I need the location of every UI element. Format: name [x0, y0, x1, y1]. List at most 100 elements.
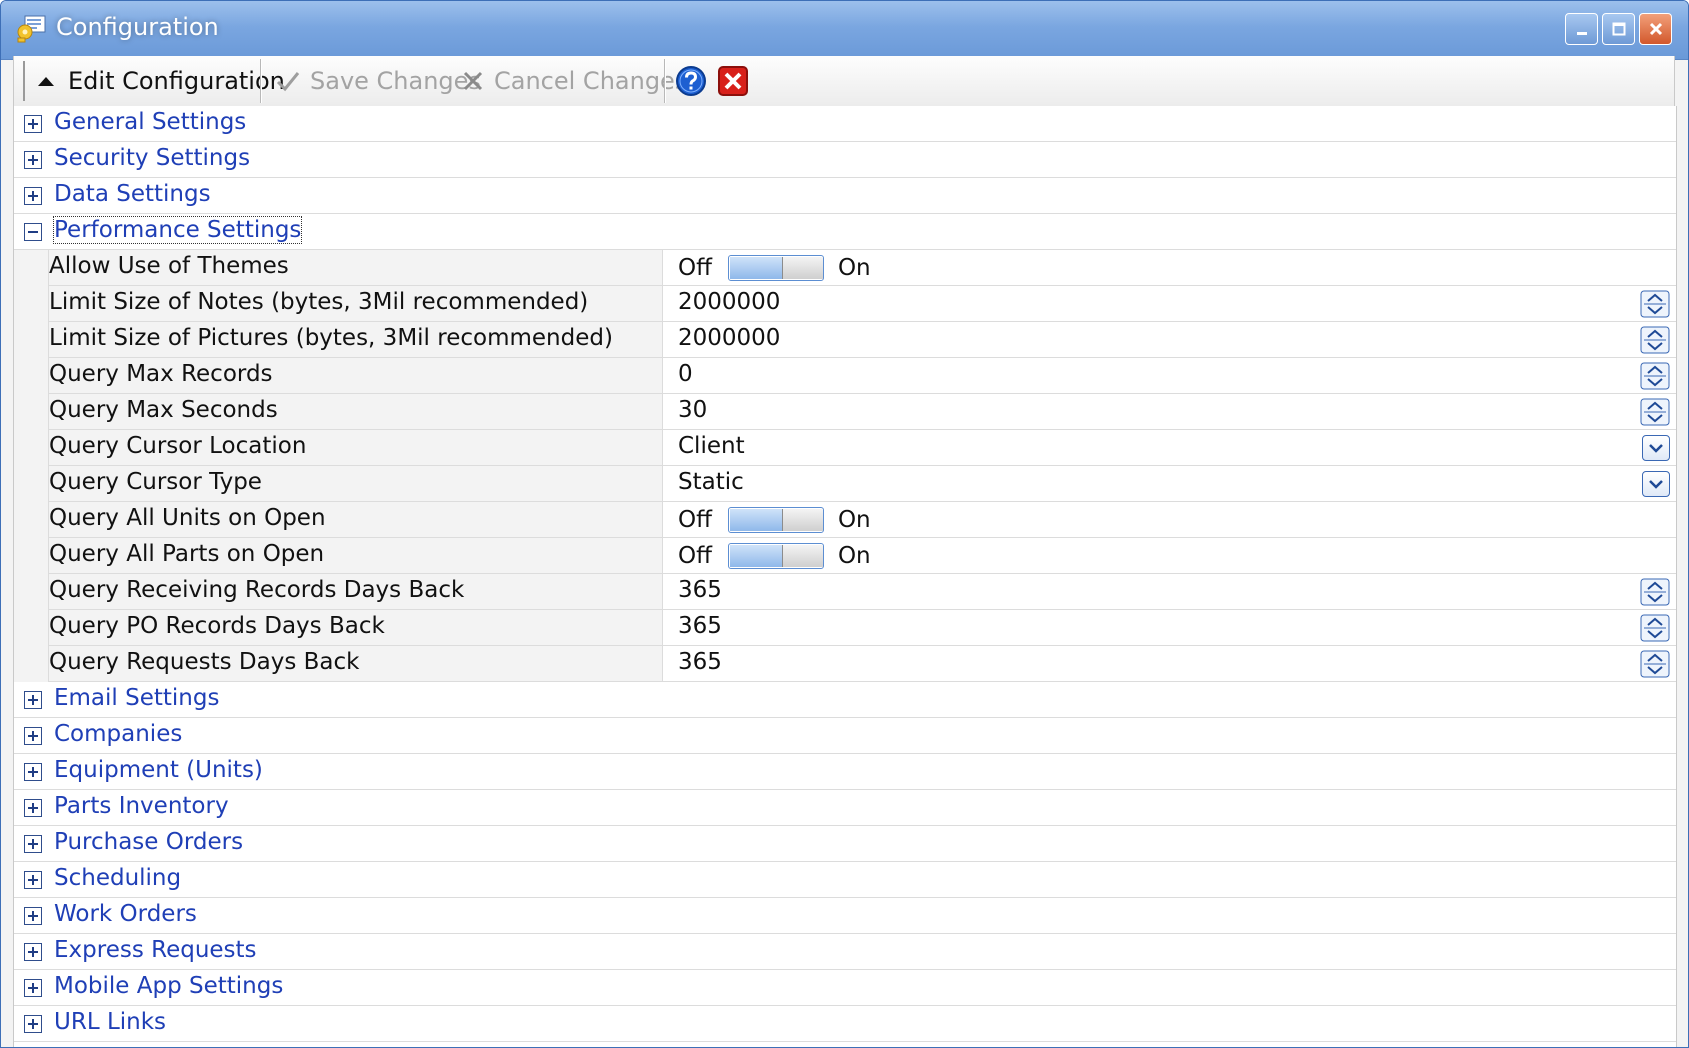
- property-row[interactable]: Limit Size of Notes (bytes, 3Mil recomme…: [14, 286, 1676, 322]
- edit-configuration-button[interactable]: Edit Configuration: [36, 56, 285, 106]
- spin-editor-icon[interactable]: [1640, 362, 1670, 390]
- spin-editor-icon[interactable]: [1640, 290, 1670, 318]
- spin-editor-icon[interactable]: [1640, 614, 1670, 642]
- spin-editor-icon[interactable]: [1640, 398, 1670, 426]
- property-row[interactable]: Query Cursor Type Static: [14, 466, 1676, 502]
- expand-plus-icon[interactable]: [24, 115, 42, 133]
- property-value[interactable]: Client: [678, 433, 745, 459]
- expand-plus-icon[interactable]: [24, 943, 42, 961]
- spin-editor-icon[interactable]: [1640, 326, 1670, 354]
- property-row[interactable]: Query Cursor Location Client: [14, 430, 1676, 466]
- property-name: Query Max Records: [49, 361, 273, 387]
- expand-plus-icon[interactable]: [24, 835, 42, 853]
- category-row[interactable]: Parts Inventory: [14, 790, 1676, 826]
- expand-plus-icon[interactable]: [24, 1015, 42, 1033]
- category-label: Data Settings: [54, 181, 211, 207]
- collapse-minus-icon[interactable]: [24, 223, 42, 241]
- toggle-track[interactable]: [727, 543, 824, 569]
- maximize-button[interactable]: [1602, 13, 1635, 45]
- toggle-on-label: On: [837, 255, 871, 281]
- expand-plus-icon[interactable]: [24, 799, 42, 817]
- help-button[interactable]: [675, 56, 707, 106]
- property-name: Allow Use of Themes: [49, 253, 289, 279]
- property-name: Limit Size of Pictures (bytes, 3Mil reco…: [49, 325, 613, 351]
- expand-plus-icon[interactable]: [24, 691, 42, 709]
- window-controls: [1565, 13, 1672, 45]
- window-title: Configuration: [56, 13, 219, 41]
- property-value[interactable]: 2000000: [678, 289, 780, 315]
- property-value[interactable]: 365: [678, 649, 722, 675]
- category-row[interactable]: Email Settings: [14, 682, 1676, 718]
- category-row[interactable]: Express Requests: [14, 934, 1676, 970]
- red-close-icon: [718, 66, 748, 96]
- category-row[interactable]: Work Orders: [14, 898, 1676, 934]
- expand-plus-icon[interactable]: [24, 727, 42, 745]
- toggle-thumb[interactable]: [781, 509, 823, 531]
- toggle-thumb[interactable]: [781, 257, 823, 279]
- property-row[interactable]: Query Requests Days Back 365: [14, 646, 1676, 682]
- expand-plus-icon[interactable]: [24, 151, 42, 169]
- category-row[interactable]: Security Settings: [14, 142, 1676, 178]
- property-row[interactable]: Query All Parts on Open Off On: [14, 538, 1676, 574]
- category-row[interactable]: Mobile App Settings: [14, 970, 1676, 1006]
- category-row[interactable]: Purchase Orders: [14, 826, 1676, 862]
- expand-plus-icon[interactable]: [24, 871, 42, 889]
- property-value[interactable]: 365: [678, 577, 722, 603]
- property-value[interactable]: 0: [678, 361, 693, 387]
- toggle-track[interactable]: [727, 507, 824, 533]
- category-label: Companies: [54, 721, 183, 747]
- chevron-down-icon: [1649, 444, 1663, 453]
- property-row[interactable]: Query Max Seconds 30: [14, 394, 1676, 430]
- toggle-thumb[interactable]: [781, 545, 823, 567]
- save-changes-button[interactable]: Save Changes: [276, 56, 481, 106]
- close-config-button[interactable]: [718, 56, 748, 106]
- toggle-on-label: On: [837, 543, 871, 569]
- close-window-button[interactable]: [1639, 13, 1672, 45]
- category-label: General Settings: [54, 109, 247, 135]
- category-row[interactable]: General Settings: [14, 106, 1676, 142]
- dropdown-button[interactable]: [1642, 471, 1670, 497]
- spin-editor-icon[interactable]: [1640, 650, 1670, 678]
- property-row[interactable]: Limit Size of Pictures (bytes, 3Mil reco…: [14, 322, 1676, 358]
- dropdown-button[interactable]: [1642, 435, 1670, 461]
- property-value[interactable]: 30: [678, 397, 707, 423]
- toggle-on-label: On: [837, 507, 871, 533]
- category-row[interactable]: Companies: [14, 718, 1676, 754]
- property-value[interactable]: Static: [678, 469, 744, 495]
- toolbar-grip[interactable]: [23, 61, 25, 101]
- title-bar[interactable]: Configuration: [1, 1, 1688, 60]
- spin-editor-icon[interactable]: [1640, 578, 1670, 606]
- property-row[interactable]: Query Receiving Records Days Back 365: [14, 574, 1676, 610]
- toggle-track[interactable]: [727, 255, 824, 281]
- toggle-switch[interactable]: Off On: [678, 541, 871, 571]
- property-name: Query Max Seconds: [49, 397, 278, 423]
- toggle-off-label: Off: [678, 507, 712, 533]
- property-name: Query Requests Days Back: [49, 649, 360, 675]
- cancel-changes-button[interactable]: Cancel Changes: [462, 56, 687, 106]
- property-row[interactable]: Allow Use of Themes Off On: [14, 250, 1676, 286]
- category-row[interactable]: Scheduling: [14, 862, 1676, 898]
- category-row[interactable]: Data Settings: [14, 178, 1676, 214]
- expand-plus-icon[interactable]: [24, 907, 42, 925]
- toggle-switch[interactable]: Off On: [678, 253, 871, 283]
- x-icon: [463, 71, 483, 91]
- category-row-performance[interactable]: Performance Settings: [14, 214, 1676, 250]
- property-value[interactable]: 365: [678, 613, 722, 639]
- toggle-switch[interactable]: Off On: [678, 505, 871, 535]
- minimize-icon: [1576, 32, 1587, 35]
- category-label: Security Settings: [54, 145, 251, 171]
- property-value[interactable]: 2000000: [678, 325, 780, 351]
- property-name: Limit Size of Notes (bytes, 3Mil recomme…: [49, 289, 589, 315]
- expand-plus-icon[interactable]: [24, 979, 42, 997]
- property-name: Query PO Records Days Back: [49, 613, 385, 639]
- category-row[interactable]: URL Links: [14, 1006, 1676, 1042]
- property-row[interactable]: Query Max Records 0: [14, 358, 1676, 394]
- expand-plus-icon[interactable]: [24, 763, 42, 781]
- property-row[interactable]: Query PO Records Days Back 365: [14, 610, 1676, 646]
- expand-plus-icon[interactable]: [24, 187, 42, 205]
- category-label: URL Links: [54, 1009, 167, 1035]
- category-row[interactable]: Equipment (Units): [14, 754, 1676, 790]
- category-label: Email Settings: [54, 685, 220, 711]
- property-row[interactable]: Query All Units on Open Off On: [14, 502, 1676, 538]
- minimize-button[interactable]: [1565, 13, 1598, 45]
